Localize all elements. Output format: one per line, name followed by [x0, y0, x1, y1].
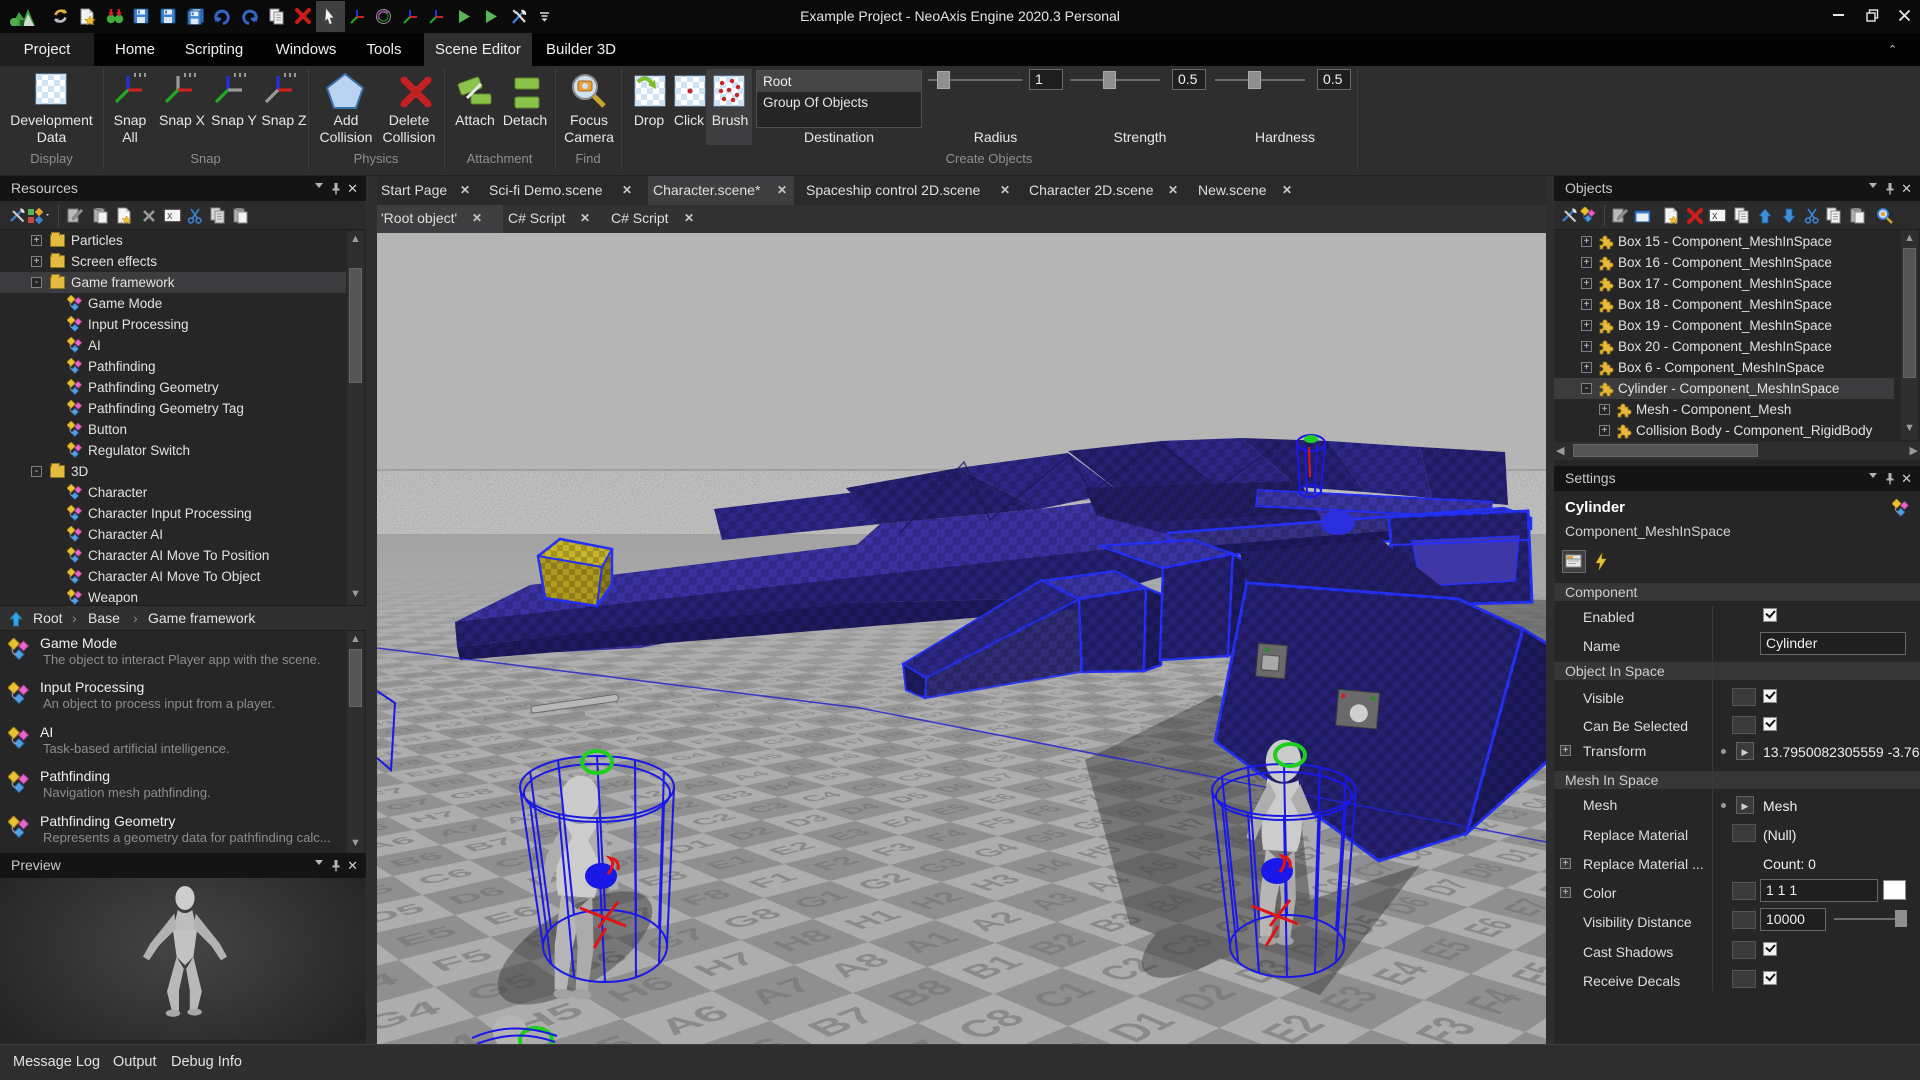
- svg-text:X: X: [167, 212, 173, 222]
- svg-text:X: X: [1712, 212, 1718, 222]
